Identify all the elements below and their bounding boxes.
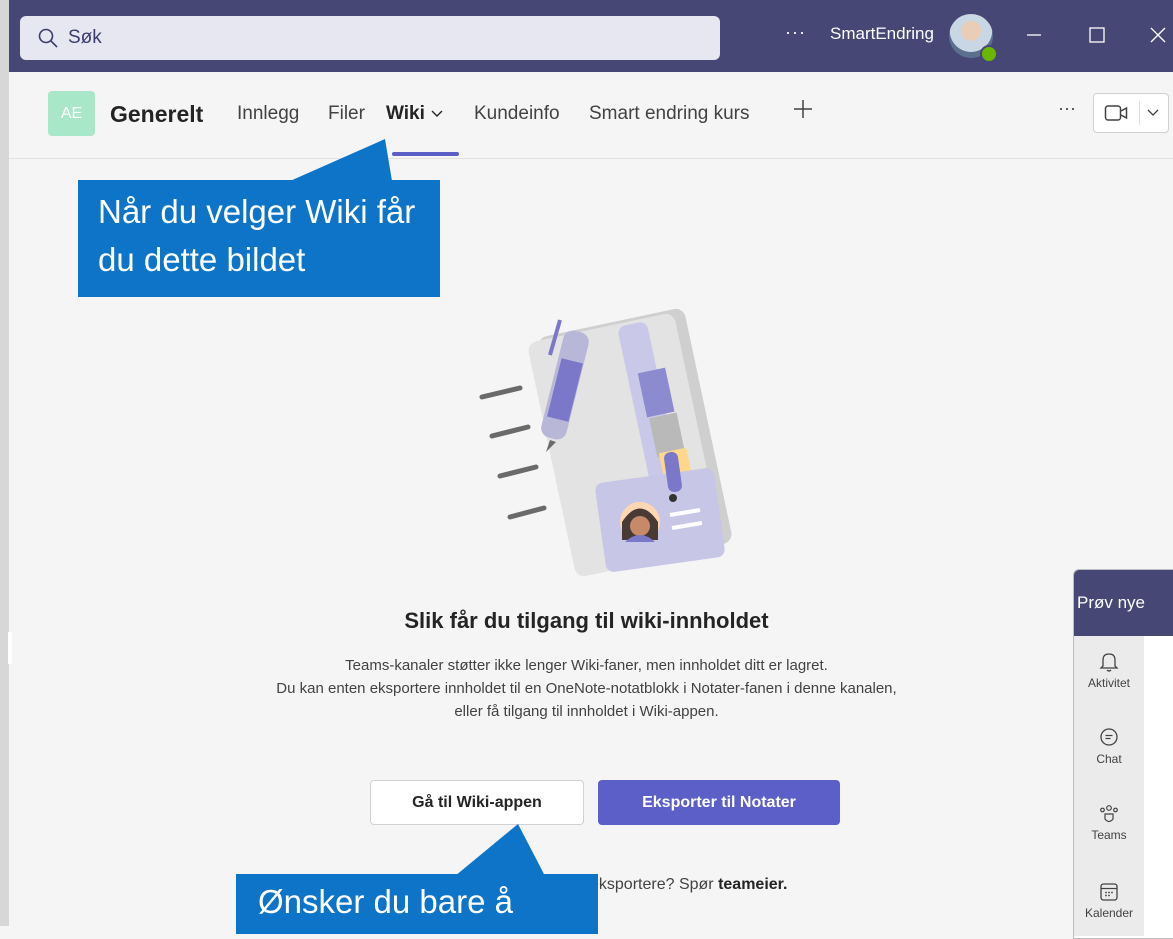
chat-icon [1100,728,1118,746]
tab-wiki[interactable]: Wiki [386,103,443,125]
meet-button[interactable] [1093,93,1169,133]
search-placeholder: Søk [68,27,102,48]
user-avatar[interactable] [949,14,998,63]
notebook-illustration [479,308,732,577]
window-left-border [0,0,9,926]
search-box[interactable]: Søk [20,16,720,60]
mini-teams-panel: Prøv nye Aktivitet Chat Teams Kalender [1073,569,1173,939]
tab-innlegg[interactable]: Innlegg [237,103,299,125]
description-line: eller få tilgang til innholdet i Wiki-ap… [454,703,719,720]
description-line: Du kan enten eksportere innholdet til en… [276,680,897,697]
channel-header: AE Generelt Innlegg Filer Wiki Kundeinfo… [9,72,1173,159]
wiki-heading: Slik får du tilgang til wiki-innholdet [404,608,769,633]
chevron-down-icon [431,110,443,117]
footer-hint-text: eksportere? Spør [590,876,719,893]
rail-label: Chat [1096,752,1122,766]
video-camera-icon [1104,105,1128,121]
team-avatar[interactable]: AE [48,91,95,136]
maximize-icon[interactable] [1082,20,1112,50]
go-to-wiki-app-button[interactable]: Gå til Wiki-appen [370,780,584,825]
channel-title: Generelt [110,101,204,127]
rail-item-chat[interactable]: Chat [1074,726,1144,766]
tab-wiki-label: Wiki [386,103,425,124]
add-tab-icon[interactable] [792,98,814,120]
tab-kundeinfo[interactable]: Kundeinfo [474,103,560,125]
presence-available-icon [980,45,998,63]
wiki-description: Teams-kanaler støtter ikke lenger Wiki-f… [0,654,1173,723]
minimize-icon[interactable] [1019,20,1049,50]
rail-item-kalender[interactable]: Kalender [1074,880,1144,920]
export-to-notes-button[interactable]: Eksporter til Notater [598,780,840,825]
chevron-down-icon[interactable] [1147,109,1159,117]
export-callout: Ønsker du bare å [236,874,598,934]
more-options-button[interactable]: ··· [785,22,806,43]
description-line: Teams-kanaler støtter ikke lenger Wiki-f… [345,657,828,674]
active-tab-indicator [392,152,459,156]
bell-icon [1099,653,1119,672]
rail-label: Aktivitet [1087,676,1130,690]
footer-hint: eksportere? Spør teameier. [590,876,787,894]
org-name[interactable]: SmartEndring [830,24,934,44]
meet-button-divider [1139,101,1140,125]
title-bar: Søk ··· SmartEndring [9,0,1173,72]
rail-label: Kalender [1084,906,1134,920]
search-icon [38,28,58,48]
tab-smart-endring-kurs[interactable]: Smart endring kurs [589,103,750,125]
channel-more-button[interactable]: ··· [1058,98,1076,119]
mini-app-rail: Aktivitet Chat Teams Kalender [1074,636,1144,936]
wiki-callout: Når du velger Wiki får du dette bildet [78,180,440,297]
rail-item-teams[interactable]: Teams [1074,802,1144,842]
tab-filer[interactable]: Filer [328,103,365,125]
calendar-icon [1100,883,1118,901]
close-icon[interactable] [1143,20,1173,50]
mini-panel-header[interactable]: Prøv nye [1074,570,1173,636]
rail-item-aktivitet[interactable]: Aktivitet [1074,650,1144,690]
app-window: Søk ··· SmartEndring AE Generelt Innlegg… [0,0,1173,939]
team-owner-text: teameier. [718,876,788,893]
teams-icon [1100,805,1118,823]
rail-label: Teams [1091,828,1127,842]
